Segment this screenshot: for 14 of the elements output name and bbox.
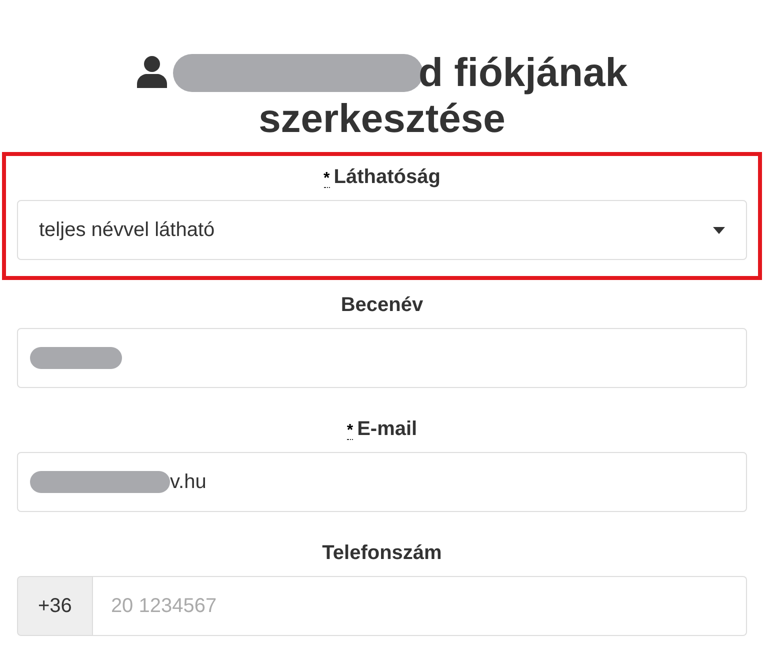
required-mark: * [346,423,354,440]
page-title: d fiókjának szerkesztése [112,50,652,142]
country-code: +36 [17,576,93,636]
field-label: Telefonszám [322,541,442,566]
user-icon [136,56,167,88]
required-mark: * [324,171,330,188]
phone-field[interactable]: 20 1234567 [92,576,747,636]
text-field[interactable] [17,328,747,388]
field-label: Becenév [340,293,424,318]
text-field[interactable]: v.hu [17,452,747,512]
visibility-select[interactable]: teljes névvel látható [17,200,747,260]
caret-icon [713,226,725,234]
field-label: Láthatóság [334,165,440,190]
field-label: E-mail [357,417,418,442]
